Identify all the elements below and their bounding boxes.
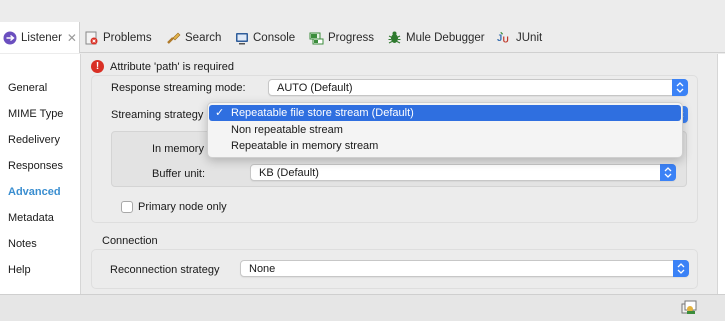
- dropdown-option-in-memory[interactable]: Repeatable in memory stream: [209, 138, 681, 154]
- properties-sidebar: General MIME Type Redelivery Responses A…: [0, 54, 80, 294]
- sidebar-item-metadata[interactable]: Metadata: [8, 212, 54, 224]
- option-label: Repeatable file store stream (Default): [231, 107, 414, 119]
- tab-label: Listener: [21, 31, 62, 44]
- response-streaming-value: AUTO (Default): [277, 82, 353, 94]
- buffer-unit-label: Buffer unit:: [152, 168, 205, 180]
- status-tasks-icon[interactable]: [681, 300, 698, 316]
- svg-text:U: U: [503, 35, 509, 45]
- sidebar-item-general[interactable]: General: [8, 82, 47, 94]
- reconnection-strategy-label: Reconnection strategy: [110, 264, 220, 276]
- dropdown-option-non-repeatable[interactable]: Non repeatable stream: [209, 122, 681, 138]
- sidebar-item-mime-type[interactable]: MIME Type: [8, 108, 63, 120]
- error-message: Attribute 'path' is required: [110, 61, 235, 73]
- tab-problems[interactable]: Problems: [84, 22, 152, 53]
- select-arrows-icon: [672, 79, 688, 96]
- tab-label: Search: [185, 31, 222, 44]
- search-icon: [166, 30, 181, 45]
- tab-console[interactable]: Console: [234, 22, 295, 53]
- debug-icon: [387, 30, 402, 45]
- svg-text:J: J: [497, 33, 502, 43]
- tab-junit[interactable]: JU JUnit: [497, 22, 542, 53]
- sidebar-item-notes[interactable]: Notes: [8, 238, 37, 250]
- primary-node-label: Primary node only: [138, 201, 227, 213]
- sidebar-item-help[interactable]: Help: [8, 264, 31, 276]
- close-icon[interactable]: ✕: [67, 31, 77, 45]
- error-icon: !: [91, 60, 104, 73]
- tab-search[interactable]: Search: [166, 22, 221, 53]
- buffer-unit-select[interactable]: KB (Default): [250, 164, 676, 181]
- tab-label: Console: [253, 31, 296, 44]
- reconnection-strategy-value: None: [249, 263, 276, 275]
- response-streaming-label: Response streaming mode:: [111, 82, 246, 94]
- progress-icon: [309, 30, 324, 45]
- sidebar-item-responses[interactable]: Responses: [8, 160, 63, 172]
- view-tab-bar: Listener ✕ Problems Search Console Progr…: [0, 22, 725, 53]
- select-arrows-icon: [673, 260, 689, 277]
- option-label: Non repeatable stream: [231, 124, 343, 136]
- buffer-unit-value: KB (Default): [259, 167, 319, 179]
- tab-label: JUnit: [516, 31, 543, 44]
- tab-label: Mule Debugger: [406, 31, 485, 44]
- tab-mule-debugger[interactable]: Mule Debugger: [387, 22, 485, 53]
- response-streaming-select[interactable]: AUTO (Default): [268, 79, 688, 96]
- streaming-strategy-label: Streaming strategy: [111, 109, 204, 121]
- problems-icon: [84, 30, 99, 45]
- sidebar-item-redelivery[interactable]: Redelivery: [8, 134, 60, 146]
- option-label: Repeatable in memory stream: [231, 140, 379, 152]
- status-bar: [0, 294, 725, 321]
- listener-icon: [2, 30, 17, 45]
- in-memory-label: In memory: [152, 143, 204, 155]
- streaming-strategy-dropdown: ✓ Repeatable file store stream (Default)…: [207, 102, 683, 158]
- junit-icon: JU: [497, 30, 512, 45]
- connection-section-title: Connection: [102, 235, 158, 247]
- tab-progress[interactable]: Progress: [309, 22, 374, 53]
- window-top-strip: [0, 0, 725, 22]
- tab-label: Progress: [328, 31, 375, 44]
- sidebar-item-advanced[interactable]: Advanced: [8, 186, 61, 198]
- primary-node-checkbox[interactable]: [121, 201, 133, 213]
- console-icon: [234, 30, 249, 45]
- dropdown-option-file-store[interactable]: ✓ Repeatable file store stream (Default): [209, 105, 681, 121]
- right-gutter: [717, 54, 725, 294]
- checkmark-icon: ✓: [215, 107, 225, 119]
- select-arrows-icon: [660, 164, 676, 181]
- tab-listener[interactable]: Listener ✕: [0, 22, 80, 53]
- tab-label: Problems: [103, 31, 152, 44]
- reconnection-strategy-select[interactable]: None: [240, 260, 689, 277]
